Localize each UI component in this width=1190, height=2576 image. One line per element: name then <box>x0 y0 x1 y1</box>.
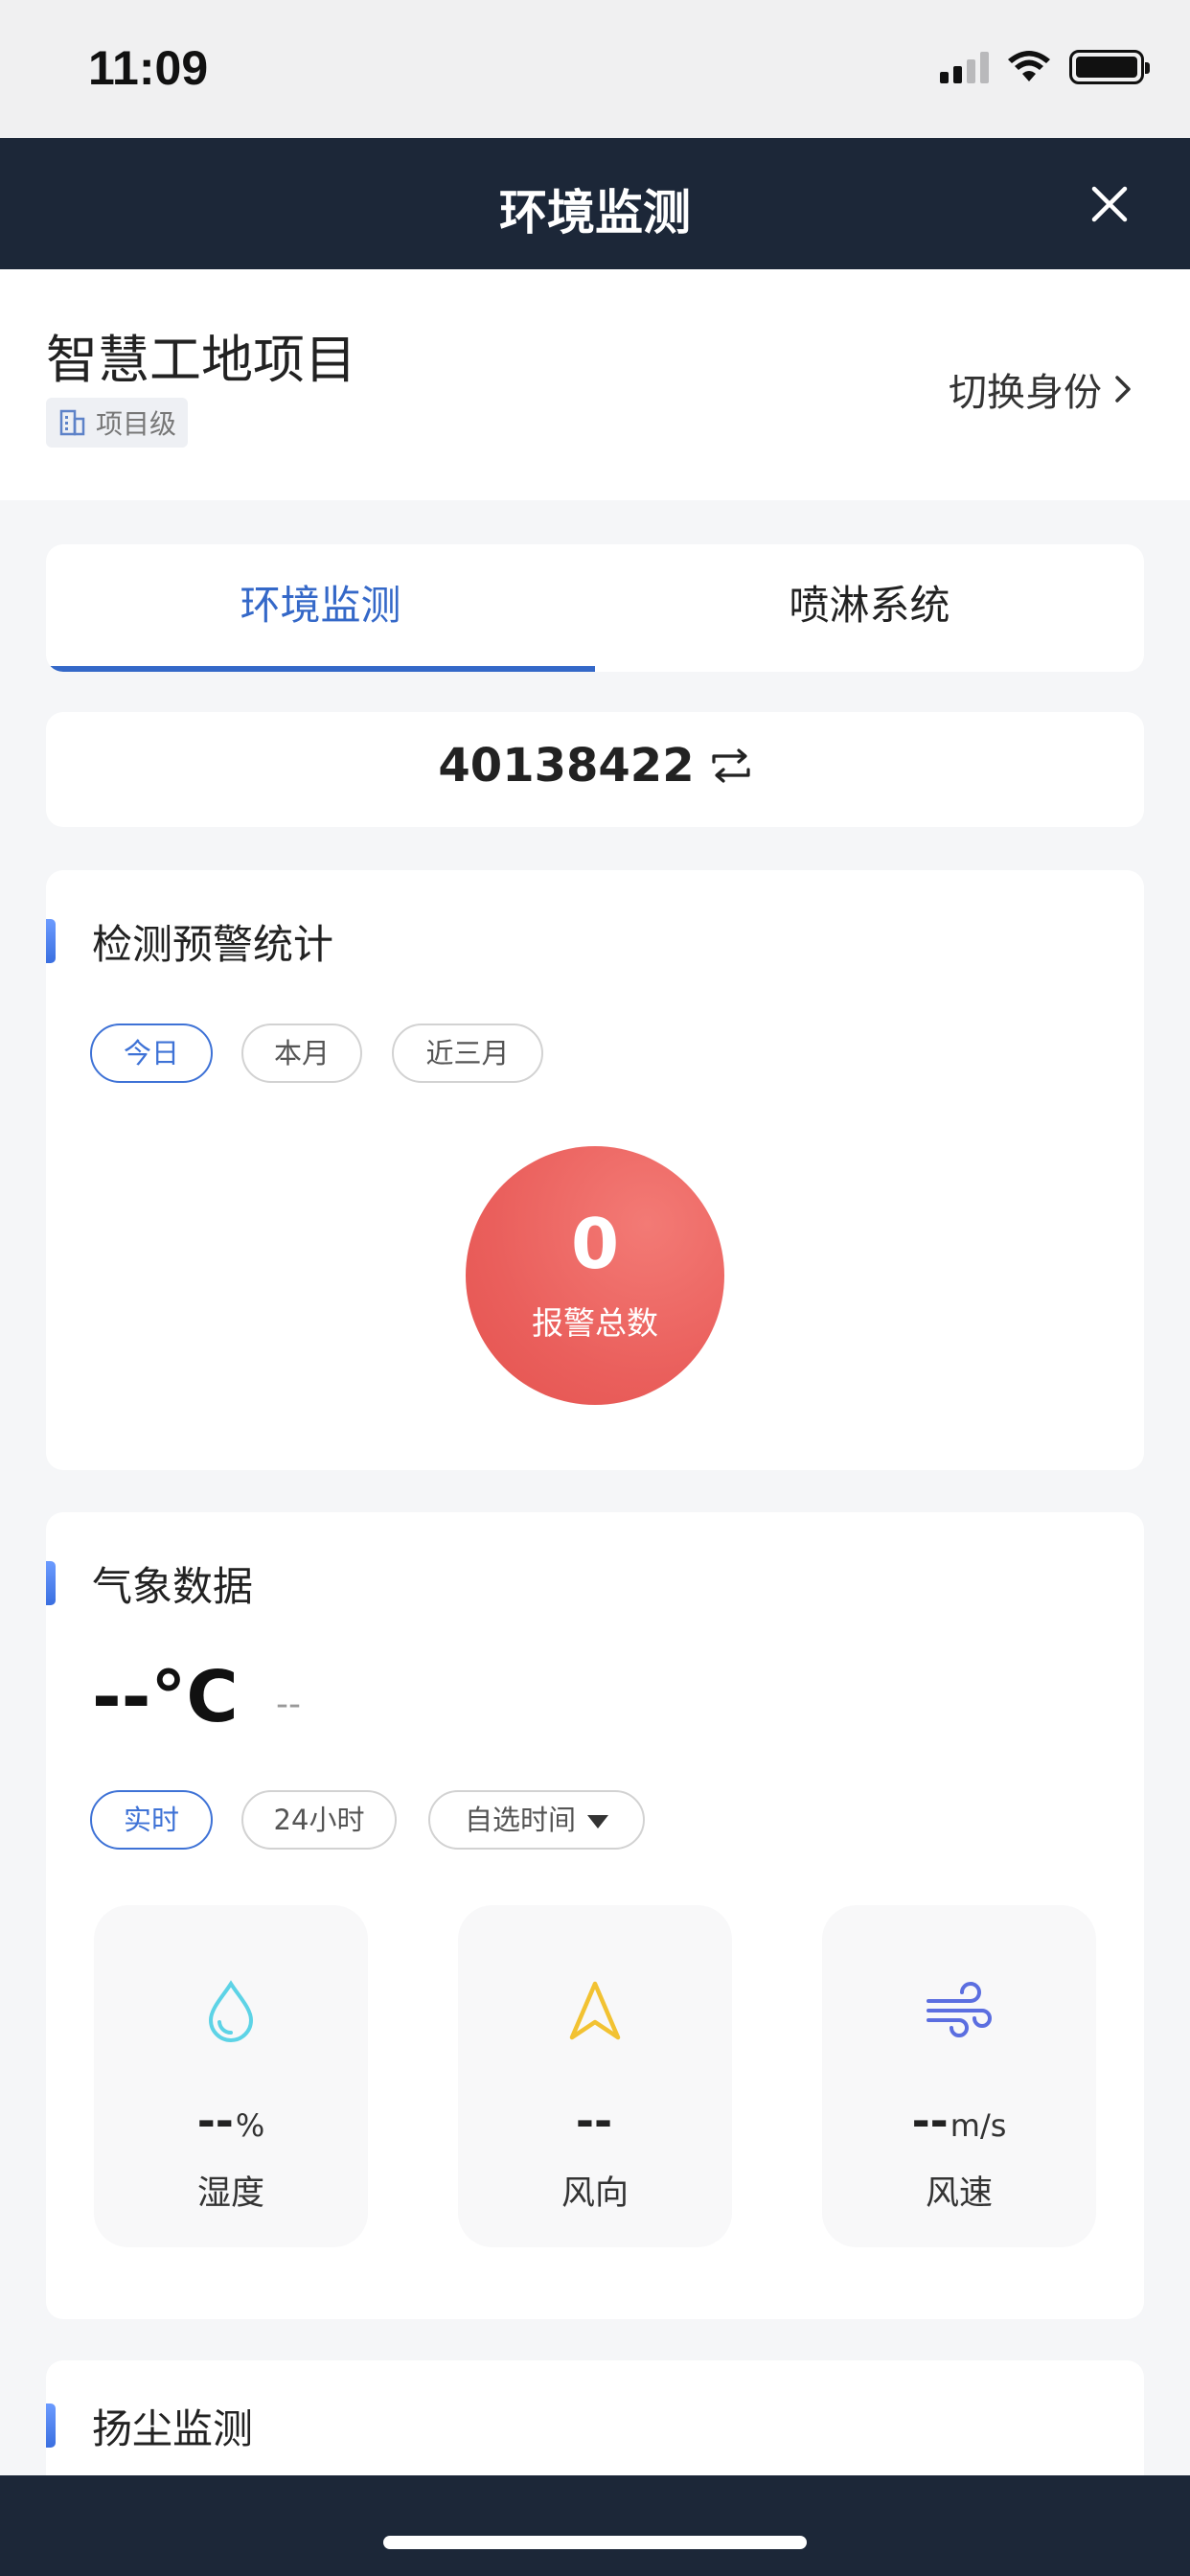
alarm-total-circle: 0 报警总数 <box>466 1146 724 1405</box>
temperature-value: --°C <box>92 1656 239 1738</box>
dust-monitoring-title: 扬尘监测 <box>46 2403 253 2452</box>
wind-speed-label: 风速 <box>925 2174 993 2213</box>
humidity-value: -- <box>196 2095 234 2147</box>
alarm-stats-card: 检测预警统计 今日 本月 近三月 0 报警总数 <box>46 870 1144 1470</box>
status-icons <box>940 50 1150 84</box>
alarm-count: 0 <box>570 1204 620 1284</box>
alarm-stats-title: 检测预警统计 <box>46 918 333 968</box>
status-bar: 11:09 <box>0 0 1190 138</box>
weather-condition: -- <box>276 1685 301 1724</box>
caret-down-icon <box>587 1815 608 1828</box>
section-title-text: 气象数据 <box>92 1562 254 1610</box>
filter-this-month[interactable]: 本月 <box>241 1024 362 1083</box>
humidity-value-row: --% <box>94 2095 368 2147</box>
section-title-text: 检测预警统计 <box>92 920 334 968</box>
weather-card: 气象数据 --°C -- 实时 24小时 自选时间 --% 湿度 -- 风向 -… <box>46 1512 1144 2319</box>
wind-direction-value: -- <box>575 2095 613 2147</box>
home-indicator[interactable] <box>383 2536 807 2549</box>
navigation-arrow-icon <box>569 1981 621 2040</box>
tab-bar: 环境监测 喷淋系统 <box>46 544 1144 672</box>
project-level-label: 项目级 <box>96 408 177 440</box>
project-name: 智慧工地项目 <box>46 330 356 390</box>
section-accent-bar <box>46 919 56 963</box>
humidity-unit: % <box>235 2107 265 2144</box>
custom-time-dropdown[interactable]: 自选时间 <box>428 1790 645 1850</box>
section-title-text: 扬尘监测 <box>92 2404 254 2452</box>
weather-title: 气象数据 <box>46 1560 253 1610</box>
wind-speed-value-row: --m/s <box>822 2095 1096 2147</box>
cellular-signal-icon <box>940 51 989 83</box>
tab-sprinkler-system[interactable]: 喷淋系统 <box>595 544 1144 672</box>
filter-24-hours[interactable]: 24小时 <box>241 1790 397 1850</box>
wind-direction-metric: -- 风向 <box>458 1905 732 2247</box>
device-id-row: 40138422 <box>438 739 751 793</box>
device-selector[interactable]: 40138422 <box>46 712 1144 827</box>
wifi-icon <box>1008 51 1050 81</box>
wind-speed-value: -- <box>911 2095 949 2147</box>
alarm-count-label: 报警总数 <box>532 1304 658 1342</box>
humidity-metric: --% 湿度 <box>94 1905 368 2247</box>
swap-icon[interactable] <box>710 747 752 785</box>
section-accent-bar <box>46 2404 56 2448</box>
filter-realtime[interactable]: 实时 <box>90 1790 213 1850</box>
close-icon[interactable] <box>1087 181 1133 227</box>
tab-environment-monitoring[interactable]: 环境监测 <box>46 544 595 672</box>
building-icon <box>59 409 85 436</box>
battery-icon <box>1069 50 1150 84</box>
chevron-right-icon <box>1115 376 1131 402</box>
project-header: 智慧工地项目 项目级 切换身份 <box>0 269 1190 500</box>
nav-bar: 环境监测 <box>0 138 1190 269</box>
humidity-label: 湿度 <box>196 2174 264 2213</box>
project-level-badge: 项目级 <box>46 398 189 448</box>
switch-role-label: 切换身份 <box>949 371 1102 415</box>
filter-last-three-months[interactable]: 近三月 <box>392 1024 543 1083</box>
page-title: 环境监测 <box>499 185 691 241</box>
switch-role-button[interactable]: 切换身份 <box>949 361 1134 417</box>
wind-icon <box>927 1982 992 2037</box>
section-accent-bar <box>46 1561 56 1605</box>
device-id: 40138422 <box>438 739 695 793</box>
wind-direction-label: 风向 <box>561 2174 629 2213</box>
filter-today[interactable]: 今日 <box>90 1024 213 1083</box>
wind-speed-metric: --m/s 风速 <box>822 1905 1096 2247</box>
wind-speed-unit: m/s <box>950 2107 1007 2144</box>
wind-direction-value-row: -- <box>458 2095 732 2147</box>
custom-time-label: 自选时间 <box>464 1804 576 1836</box>
status-time: 11:09 <box>88 41 209 95</box>
home-indicator-area <box>0 2475 1190 2576</box>
droplet-icon <box>208 1980 254 2042</box>
